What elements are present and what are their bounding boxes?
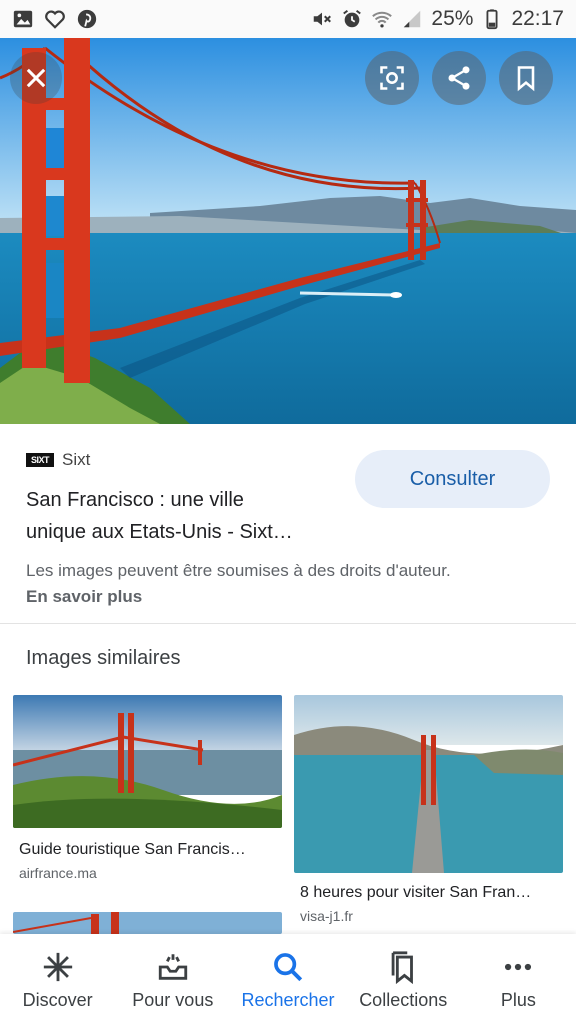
similar-image-card[interactable]: Guide touristique San Francis… airfrance…	[13, 695, 282, 895]
asterisk-icon	[43, 952, 72, 982]
alarm-icon	[341, 8, 363, 30]
learn-more-link[interactable]: En savoir plus	[26, 587, 142, 607]
collections-icon	[391, 951, 414, 984]
nav-label: Rechercher	[241, 990, 335, 1010]
share-icon	[448, 66, 470, 90]
signal-icon	[401, 8, 423, 30]
lens-button[interactable]	[365, 51, 419, 105]
nav-discover[interactable]: Discover	[0, 934, 115, 1024]
similar-images-heading: Images similaires	[26, 647, 181, 669]
nav-label: Pour vous	[132, 990, 214, 1010]
close-button[interactable]	[10, 52, 62, 104]
similar-image-card[interactable]: 8 heures pour visiter San Fran… visa-j1.…	[294, 695, 563, 930]
similar-image-thumb	[294, 695, 563, 873]
battery-percent: 25%	[431, 7, 474, 30]
nav-pour-vous[interactable]: Pour vous	[115, 934, 230, 1024]
nav-label: Collections	[359, 990, 448, 1010]
nav-label: Discover	[22, 990, 93, 1010]
bottom-navigation: Discover Pour vous Rechercher Collection…	[0, 934, 576, 1024]
share-button[interactable]	[432, 51, 486, 105]
similar-image-thumb	[13, 912, 282, 934]
nav-label: Plus	[500, 990, 536, 1010]
source-name: Sixt	[62, 450, 91, 469]
gallery-icon	[12, 8, 34, 30]
inbox-icon	[158, 954, 187, 980]
heart-icon	[44, 8, 66, 30]
result-title[interactable]: San Francisco : une ville unique aux Eta…	[26, 484, 346, 548]
similar-image-caption: Guide touristique San Francis…	[19, 841, 246, 858]
similar-image-card[interactable]	[13, 912, 282, 934]
source-row[interactable]: SIXT Sixt	[26, 450, 90, 470]
result-title-line1: San Francisco : une ville	[26, 489, 244, 511]
status-time: 22:17	[511, 7, 564, 30]
status-bar: 25% 22:17	[0, 0, 576, 38]
hero-image[interactable]	[0, 38, 576, 424]
consult-button[interactable]: Consulter	[355, 450, 550, 508]
similar-image-caption: 8 heures pour visiter San Fran…	[300, 884, 532, 901]
search-icon	[274, 953, 303, 982]
similar-image-site: airfrance.ma	[19, 865, 97, 881]
bookmark-icon	[517, 66, 535, 92]
similar-image-thumb	[13, 695, 282, 828]
sixt-logo: SIXT	[26, 453, 54, 467]
similar-image-site: visa-j1.fr	[300, 908, 353, 924]
battery-icon	[481, 8, 503, 30]
bookmark-button[interactable]	[499, 51, 553, 105]
nav-plus[interactable]: Plus	[461, 934, 576, 1024]
wifi-icon	[371, 8, 393, 30]
pinterest-icon	[76, 8, 98, 30]
close-icon	[26, 68, 46, 88]
more-icon	[505, 963, 532, 971]
copyright-notice: Les images peuvent être soumises à des d…	[26, 561, 451, 580]
mute-icon	[311, 8, 333, 30]
nav-rechercher[interactable]: Rechercher	[230, 934, 345, 1024]
result-info: SIXT Sixt San Francisco : une ville uniq…	[0, 424, 576, 624]
lens-icon	[380, 66, 404, 90]
golden-gate-photo	[0, 38, 576, 424]
nav-collections[interactable]: Collections	[346, 934, 461, 1024]
result-title-line2: unique aux Etats-Unis - Sixt…	[26, 521, 293, 543]
